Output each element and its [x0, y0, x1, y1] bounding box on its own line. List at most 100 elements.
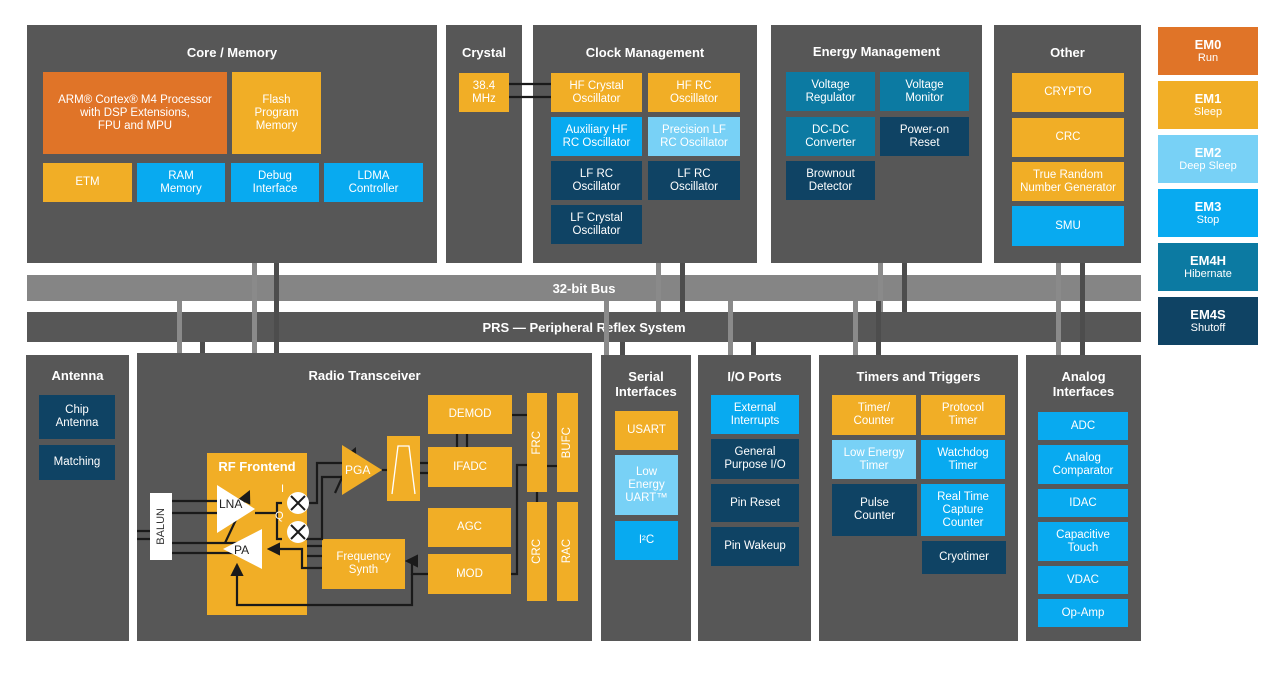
crc-radio-label: CRC: [530, 539, 543, 564]
timer-counter-block: Timer/ Counter: [832, 395, 916, 435]
smu-block: SMU: [1012, 206, 1124, 246]
io-ports-title: I/O Ports: [727, 369, 782, 384]
serial-interfaces-panel: Serial Interfaces USART Low Energy UART™…: [601, 355, 691, 641]
bandpass-filter-icon: [391, 445, 416, 495]
prs-connector: [680, 263, 685, 312]
i2c-block: I²C: [615, 521, 678, 560]
voltage-monitor-block: Voltage Monitor: [880, 72, 969, 111]
prs-connector: [751, 342, 756, 355]
legend-em4h: EM4H Hibernate: [1158, 243, 1258, 291]
crystal-panel: Crystal 38.4 MHz: [446, 25, 522, 263]
core-memory-title: Core / Memory: [186, 45, 278, 60]
legend-em4s-mode: Shutoff: [1190, 322, 1226, 334]
legend-em3-label: EM3: [1194, 199, 1222, 214]
pin-reset-block: Pin Reset: [711, 484, 799, 522]
lna-label: LNA: [219, 497, 243, 511]
32-bit-bus: 32-bit Bus: [27, 275, 1141, 301]
watchdog-timer-block: Watchdog Timer: [921, 440, 1005, 479]
pa-label: PA: [234, 543, 250, 557]
legend-em4h-mode: Hibernate: [1184, 268, 1232, 280]
vdac-block: VDAC: [1038, 566, 1128, 594]
rf-frontend-block: RF Frontend: [207, 453, 307, 615]
pin-wakeup-block: Pin Wakeup: [711, 527, 799, 566]
legend-em0: EM0 Run: [1158, 27, 1258, 75]
legend-em3-mode: Stop: [1196, 214, 1220, 226]
demod-block: DEMOD: [428, 395, 512, 434]
q-label: Q: [275, 510, 284, 522]
frc-label: FRC: [530, 430, 543, 455]
hf-crystal-oscillator-block: HF Crystal Oscillator: [551, 73, 642, 112]
legend-em2-label: EM2: [1194, 145, 1222, 160]
protocol-timer-block: Protocol Timer: [921, 395, 1005, 435]
core-memory-panel: Core / Memory ARM® Cortex® M4 Processor …: [27, 25, 437, 263]
capacitive-touch-block: Capacitive Touch: [1038, 522, 1128, 561]
mod-block: MOD: [428, 554, 511, 594]
balun-block: BALUN: [150, 493, 172, 560]
bus-connector: [252, 301, 257, 355]
idac-block: IDAC: [1038, 489, 1128, 517]
crypto-block: CRYPTO: [1012, 73, 1124, 112]
bus-connector: [728, 301, 733, 355]
bus-connector: [177, 301, 182, 355]
bufc-label: BUFC: [561, 426, 573, 459]
i-label: I: [281, 483, 285, 495]
adc-block: ADC: [1038, 412, 1128, 440]
energy-management-title: Energy Management: [812, 44, 941, 59]
balun-label: BALUN: [154, 508, 167, 545]
radio-transceiver-title: Radio Transceiver: [308, 368, 421, 383]
crc-block: CRC: [1012, 118, 1124, 157]
agc-block: AGC: [428, 508, 511, 547]
hf-rc-oscillator-block: HF RC Oscillator: [648, 73, 740, 112]
timers-triggers-title: Timers and Triggers: [856, 369, 981, 384]
trng-block: True Random Number Generator: [1012, 162, 1124, 201]
lf-crystal-oscillator-block: LF Crystal Oscillator: [551, 205, 642, 244]
antenna-title: Antenna: [51, 368, 104, 383]
legend-em4s: EM4S Shutoff: [1158, 297, 1258, 345]
crystal-38mhz-block: 38.4 MHz: [459, 73, 509, 112]
dc-dc-converter-block: DC-DC Converter: [786, 117, 875, 156]
legend-em2: EM2 Deep Sleep: [1158, 135, 1258, 183]
flash-memory-block: Flash Program Memory: [232, 72, 321, 154]
legend-em4s-label: EM4S: [1190, 307, 1226, 322]
ldma-controller-block: LDMA Controller: [324, 163, 423, 202]
legend-em2-mode: Deep Sleep: [1179, 160, 1237, 172]
prs-connector: [274, 301, 279, 355]
legend-em0-mode: Run: [1197, 52, 1219, 64]
prs-connector: [876, 301, 881, 355]
bufc-block: BUFC: [557, 393, 578, 492]
voltage-regulator-block: Voltage Regulator: [786, 72, 875, 111]
low-energy-timer-block: Low Energy Timer: [832, 440, 916, 479]
bus-connector: [604, 301, 609, 355]
rac-block: RAC: [557, 502, 578, 601]
chip-antenna-block: Chip Antenna: [39, 395, 115, 439]
legend-em0-label: EM0: [1194, 37, 1222, 52]
other-title: Other: [1050, 45, 1085, 60]
analog-comparator-block: Analog Comparator: [1038, 445, 1128, 484]
aux-hf-rc-oscillator-block: Auxiliary HF RC Oscillator: [551, 117, 642, 156]
gpio-block: General Purpose I/O: [711, 439, 799, 479]
legend-em4h-label: EM4H: [1189, 253, 1227, 268]
matching-block: Matching: [39, 445, 115, 480]
legend-em1: EM1 Sleep: [1158, 81, 1258, 129]
clock-management-title: Clock Management: [585, 45, 705, 60]
legend-em3: EM3 Stop: [1158, 189, 1258, 237]
legend-em1-mode: Sleep: [1193, 106, 1223, 118]
bus-connector: [853, 301, 858, 355]
crc-radio-block: CRC: [527, 502, 547, 601]
other-panel: Other CRYPTO CRC True Random Number Gene…: [994, 25, 1141, 263]
rf-frontend-label: RF Frontend: [218, 459, 296, 474]
cryotimer-block: Cryotimer: [922, 541, 1006, 574]
bandpass-filter-block: [387, 436, 420, 501]
bus-connector: [656, 263, 661, 312]
antenna-panel: Antenna Chip Antenna Matching: [26, 355, 129, 641]
ram-memory-block: RAM Memory: [137, 163, 225, 202]
op-amp-block: Op-Amp: [1038, 599, 1128, 627]
radio-transceiver-panel: Radio Transceiver RF Frontend BALUN DEMO…: [137, 353, 592, 641]
lf-rc-oscillator-block: LF RC Oscillator: [551, 161, 642, 200]
prs-bus: PRS — Peripheral Reflex System: [27, 312, 1141, 342]
precision-lf-rc-oscillator-block: Precision LF RC Oscillator: [648, 117, 740, 156]
lf-rc-oscillator-block-2: LF RC Oscillator: [648, 161, 740, 200]
serial-interfaces-title: Serial Interfaces: [615, 369, 677, 399]
frc-block: FRC: [527, 393, 547, 492]
timers-triggers-panel: Timers and Triggers Timer/ Counter Proto…: [819, 355, 1018, 641]
